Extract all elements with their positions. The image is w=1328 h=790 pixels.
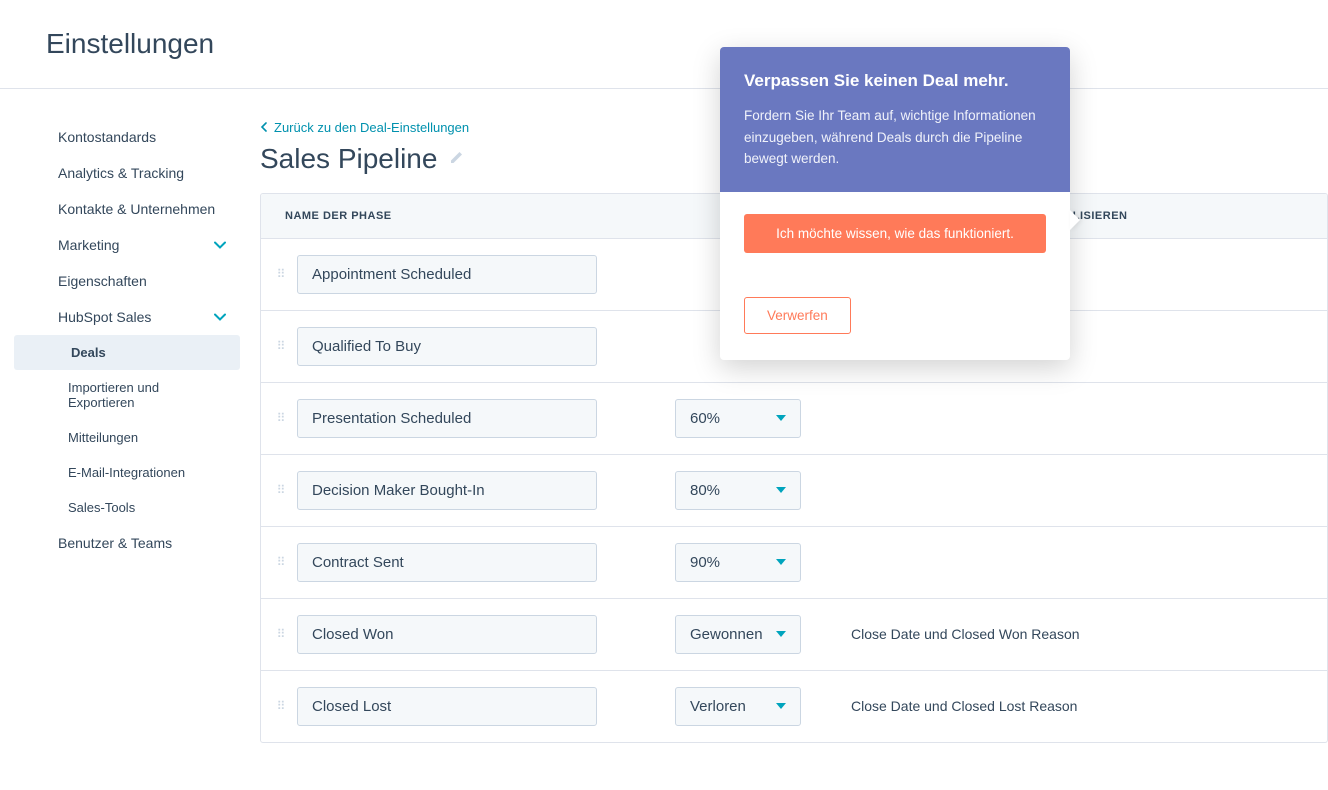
sidebar-item-analytics[interactable]: Analytics & Tracking	[14, 155, 240, 191]
sidebar-item-mitteilungen[interactable]: Mitteilungen	[14, 420, 240, 455]
caret-down-icon	[776, 557, 786, 568]
sidebar-item-marketing[interactable]: Marketing	[14, 227, 240, 263]
sidebar-item-import-export[interactable]: Importieren und Exportieren	[14, 370, 240, 420]
sidebar-item-label: Sales-Tools	[68, 500, 135, 515]
probability-select[interactable]: 80%	[675, 471, 801, 510]
chevron-left-icon	[260, 122, 268, 132]
table-row: ⠿ 60%	[261, 383, 1327, 455]
probability-value: 80%	[690, 482, 720, 499]
stage-name-input[interactable]	[297, 255, 597, 294]
table-row: ⠿ 80%	[261, 455, 1327, 527]
sidebar-item-kontakte[interactable]: Kontakte & Unternehmen	[14, 191, 240, 227]
caret-down-icon	[776, 485, 786, 496]
drag-handle-icon[interactable]: ⠿	[271, 703, 291, 709]
pipeline-title: Sales Pipeline	[260, 143, 437, 175]
popover-body: Ich möchte wissen, wie das funktioniert.…	[720, 192, 1070, 360]
probability-value: 90%	[690, 554, 720, 571]
sidebar-item-label: Analytics & Tracking	[58, 165, 184, 181]
column-header-name: NAME DER PHASE	[261, 194, 671, 238]
page-title: Einstellungen	[46, 28, 1282, 60]
stage-name-input[interactable]	[297, 543, 597, 582]
chevron-down-icon	[214, 310, 226, 324]
sidebar-item-label: Kontakte & Unternehmen	[58, 201, 215, 217]
edit-pencil-icon[interactable]	[449, 149, 465, 168]
probability-value: Gewonnen	[690, 626, 763, 643]
layout: Kontostandards Analytics & Tracking Kont…	[0, 89, 1328, 773]
stage-name-input[interactable]	[297, 327, 597, 366]
chevron-down-icon	[214, 238, 226, 252]
sidebar-item-benutzer-teams[interactable]: Benutzer & Teams	[14, 525, 240, 561]
table-row: ⠿ Gewonnen Close Date und Closed Won Reaso…	[261, 599, 1327, 671]
table-row: ⠿ Verloren Close Date und Closed Lost Reas…	[261, 671, 1327, 742]
drag-handle-icon[interactable]: ⠿	[271, 343, 291, 349]
sidebar-item-kontostandards[interactable]: Kontostandards	[14, 119, 240, 155]
probability-select[interactable]: 90%	[675, 543, 801, 582]
sidebar-item-deals[interactable]: Deals	[14, 335, 240, 370]
sidebar-item-label: Mitteilungen	[68, 430, 138, 445]
drag-handle-icon[interactable]: ⠿	[271, 415, 291, 421]
probability-value: Verloren	[690, 698, 746, 715]
sidebar-item-label: Deals	[71, 345, 106, 360]
popover-dismiss-button[interactable]: Verwerfen	[744, 297, 851, 334]
back-link[interactable]: Zurück zu den Deal-Einstellungen	[260, 120, 469, 135]
sidebar-item-label: Importieren und Exportieren	[68, 380, 226, 410]
stage-name-input[interactable]	[297, 615, 597, 654]
sidebar: Kontostandards Analytics & Tracking Kont…	[0, 89, 240, 773]
popover-primary-button[interactable]: Ich möchte wissen, wie das funktioniert.	[744, 214, 1046, 253]
popover-header: Verpassen Sie keinen Deal mehr. Fordern …	[720, 47, 1070, 192]
probability-select[interactable]: 60%	[675, 399, 801, 438]
popover-title: Verpassen Sie keinen Deal mehr.	[744, 71, 1046, 91]
sidebar-item-label: Eigenschaften	[58, 273, 147, 289]
drag-handle-icon[interactable]: ⠿	[271, 631, 291, 637]
caret-down-icon	[776, 629, 786, 640]
caret-down-icon	[776, 701, 786, 712]
sidebar-item-label: HubSpot Sales	[58, 309, 151, 325]
sidebar-item-email-integrationen[interactable]: E-Mail-Integrationen	[14, 455, 240, 490]
onboarding-popover: Verpassen Sie keinen Deal mehr. Fordern …	[720, 47, 1070, 360]
popover-body-text: Fordern Sie Ihr Team auf, wichtige Infor…	[744, 105, 1046, 170]
stage-name-input[interactable]	[297, 471, 597, 510]
page-header: Einstellungen	[0, 0, 1328, 89]
stage-properties-text: Close Date und Closed Won Reason	[851, 626, 1080, 642]
sidebar-item-eigenschaften[interactable]: Eigenschaften	[14, 263, 240, 299]
sidebar-item-label: Kontostandards	[58, 129, 156, 145]
sidebar-item-label: Benutzer & Teams	[58, 535, 172, 551]
table-row: ⠿ 90%	[261, 527, 1327, 599]
sidebar-item-hubspot-sales[interactable]: HubSpot Sales	[14, 299, 240, 335]
stage-name-input[interactable]	[297, 399, 597, 438]
caret-down-icon	[776, 413, 786, 424]
stage-name-input[interactable]	[297, 687, 597, 726]
sidebar-item-label: Marketing	[58, 237, 119, 253]
drag-handle-icon[interactable]: ⠿	[271, 487, 291, 493]
sidebar-item-sales-tools[interactable]: Sales-Tools	[14, 490, 240, 525]
back-link-label: Zurück zu den Deal-Einstellungen	[274, 120, 469, 135]
popover-arrow-icon	[1070, 210, 1080, 230]
drag-handle-icon[interactable]: ⠿	[271, 271, 291, 277]
main-content: Verpassen Sie keinen Deal mehr. Fordern …	[240, 89, 1328, 773]
probability-value: 60%	[690, 410, 720, 427]
sidebar-item-label: E-Mail-Integrationen	[68, 465, 185, 480]
drag-handle-icon[interactable]: ⠿	[271, 559, 291, 565]
probability-select[interactable]: Gewonnen	[675, 615, 801, 654]
probability-select[interactable]: Verloren	[675, 687, 801, 726]
stage-properties-text: Close Date und Closed Lost Reason	[851, 698, 1077, 714]
